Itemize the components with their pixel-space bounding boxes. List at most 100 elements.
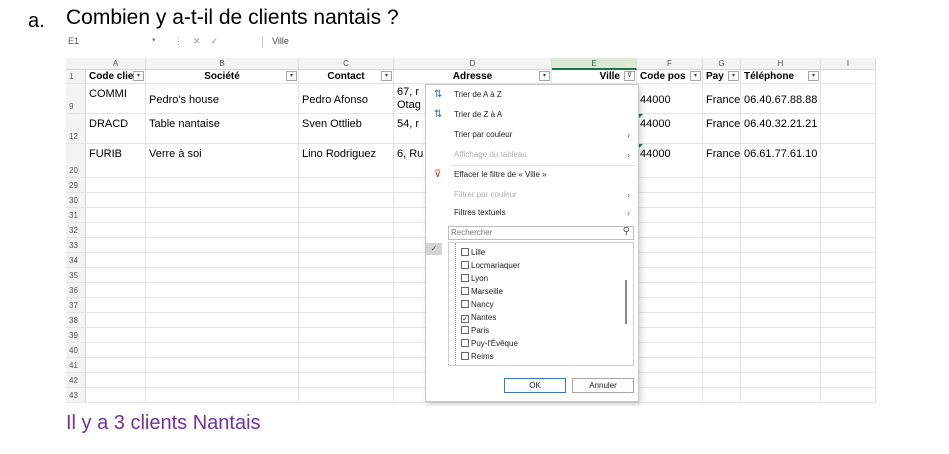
checkbox-icon[interactable]	[461, 274, 469, 282]
empty-cell[interactable]	[821, 328, 876, 342]
filter-list-item[interactable]: ✓ Nantes	[461, 312, 496, 324]
empty-cell[interactable]	[741, 373, 821, 387]
filter-active-icon[interactable]: ⊽	[624, 71, 635, 81]
empty-cell[interactable]	[299, 223, 394, 237]
cell-contact[interactable]: Lino Rodriguez	[299, 144, 394, 177]
sort-z-a-item[interactable]: ⇅ Trier de Z à A	[426, 107, 638, 123]
empty-cell[interactable]	[146, 343, 299, 357]
sort-by-color-item[interactable]: Trier par couleur ›	[426, 127, 638, 143]
list-scrollbar[interactable]	[625, 280, 627, 324]
empty-cell[interactable]	[299, 373, 394, 387]
checkbox-icon[interactable]	[461, 326, 469, 334]
empty-cell[interactable]	[299, 313, 394, 327]
column-header-f[interactable]: F	[637, 58, 703, 70]
empty-cell[interactable]	[86, 208, 146, 222]
checkbox-icon[interactable]	[461, 339, 469, 347]
row-number[interactable]: 40	[66, 343, 86, 358]
row-number[interactable]: 38	[66, 313, 86, 328]
empty-cell[interactable]	[86, 373, 146, 387]
header-cell-empty[interactable]	[821, 70, 876, 83]
filter-dropdown-icon[interactable]: ▾	[728, 71, 739, 81]
empty-cell[interactable]	[637, 223, 703, 237]
cell-empty[interactable]	[821, 114, 876, 143]
text-filters-item[interactable]: Filtres textuels ›	[426, 205, 638, 221]
cell-empty[interactable]	[821, 144, 876, 177]
empty-cell[interactable]	[637, 178, 703, 192]
resize-grip-icon[interactable]: ⋰	[630, 392, 636, 399]
cell-telephone[interactable]: 06.40.32.21.21	[741, 114, 821, 143]
empty-cell[interactable]	[821, 178, 876, 192]
empty-cell[interactable]	[637, 193, 703, 207]
row-number[interactable]: 41	[66, 358, 86, 373]
checkbox-icon[interactable]	[461, 248, 469, 256]
empty-cell[interactable]	[821, 373, 876, 387]
cell-code-postal[interactable]: 44000	[637, 144, 703, 177]
filter-list-item[interactable]: Marseille	[461, 286, 503, 298]
empty-cell[interactable]	[86, 313, 146, 327]
empty-cell[interactable]	[703, 178, 741, 192]
empty-cell[interactable]	[637, 238, 703, 252]
empty-cell[interactable]	[86, 283, 146, 297]
empty-cell[interactable]	[741, 238, 821, 252]
empty-cell[interactable]	[741, 343, 821, 357]
empty-cell[interactable]	[703, 208, 741, 222]
filter-list-item[interactable]: Lyon	[461, 273, 488, 285]
empty-cell[interactable]	[299, 238, 394, 252]
empty-cell[interactable]	[703, 298, 741, 312]
row-number[interactable]: 12	[66, 114, 86, 144]
cell-code[interactable]: COMMI	[86, 84, 146, 113]
column-header-e[interactable]: E	[552, 58, 637, 70]
filter-dropdown-icon[interactable]: ▾	[133, 71, 144, 81]
row-number[interactable]: 1	[66, 70, 86, 84]
empty-cell[interactable]	[86, 388, 146, 402]
cell-societe[interactable]: Pedro's house	[146, 84, 299, 113]
empty-cell[interactable]	[146, 193, 299, 207]
row-number[interactable]: 39	[66, 328, 86, 343]
empty-cell[interactable]	[703, 193, 741, 207]
filter-list-item[interactable]: Reims	[461, 351, 494, 363]
empty-cell[interactable]	[821, 253, 876, 267]
row-number[interactable]: 32	[66, 223, 86, 238]
row-number[interactable]: 37	[66, 298, 86, 313]
empty-cell[interactable]	[703, 223, 741, 237]
empty-cell[interactable]	[703, 253, 741, 267]
row-number[interactable]: 20	[66, 144, 86, 178]
empty-cell[interactable]	[146, 268, 299, 282]
cell-pays[interactable]: France	[703, 114, 741, 143]
filter-dropdown-icon[interactable]: ▾	[286, 71, 297, 81]
cell-telephone[interactable]: 06.61.77.61.10	[741, 144, 821, 177]
empty-cell[interactable]	[86, 298, 146, 312]
empty-cell[interactable]	[741, 193, 821, 207]
cell-code-postal[interactable]: 44000	[637, 84, 703, 113]
cell-telephone[interactable]: 06.40.67.88.88	[741, 84, 821, 113]
empty-cell[interactable]	[703, 283, 741, 297]
empty-cell[interactable]	[299, 268, 394, 282]
empty-cell[interactable]	[86, 343, 146, 357]
empty-cell[interactable]	[821, 238, 876, 252]
empty-cell[interactable]	[637, 373, 703, 387]
filter-search-input[interactable]: Rechercher ⚲	[448, 226, 634, 240]
row-number[interactable]: 34	[66, 253, 86, 268]
empty-cell[interactable]	[299, 328, 394, 342]
filter-list-item[interactable]: Locmariaquer	[461, 260, 520, 272]
empty-cell[interactable]	[86, 328, 146, 342]
empty-cell[interactable]	[299, 253, 394, 267]
empty-cell[interactable]	[821, 283, 876, 297]
filter-list-item[interactable]: Nancy	[461, 299, 494, 311]
empty-cell[interactable]	[86, 253, 146, 267]
empty-cell[interactable]	[741, 208, 821, 222]
empty-cell[interactable]	[741, 223, 821, 237]
cancel-button[interactable]: Annuler	[572, 378, 634, 393]
empty-cell[interactable]	[821, 223, 876, 237]
formula-value[interactable]: Ville	[272, 36, 289, 46]
empty-cell[interactable]	[146, 238, 299, 252]
empty-cell[interactable]	[146, 388, 299, 402]
column-header-c[interactable]: C	[299, 58, 394, 70]
empty-cell[interactable]	[86, 358, 146, 372]
empty-cell[interactable]	[299, 193, 394, 207]
empty-cell[interactable]	[299, 283, 394, 297]
checkbox-icon[interactable]	[461, 352, 469, 360]
column-header-a[interactable]: A	[86, 58, 146, 70]
row-number[interactable]: 42	[66, 373, 86, 388]
row-number[interactable]: 36	[66, 283, 86, 298]
